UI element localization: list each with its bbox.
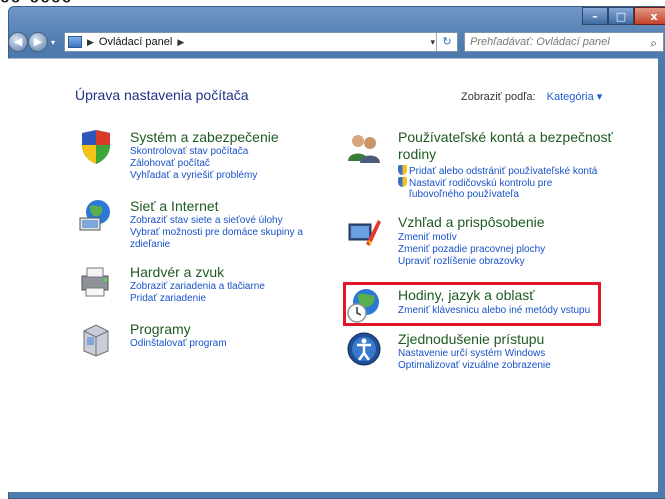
category-link[interactable]: Zmeniť motív bbox=[398, 232, 457, 244]
control-panel-content: Úprava nastavenia počítača Zobraziť podľ… bbox=[8, 58, 658, 492]
category-title[interactable]: Systém a zabezpečenie bbox=[130, 129, 279, 146]
refresh-icon[interactable]: ↻ bbox=[436, 33, 457, 51]
view-by-control: Zobraziť podľa: Kategória ▾ bbox=[461, 90, 602, 103]
minimize-button[interactable]: – bbox=[582, 7, 608, 25]
category-link[interactable]: Optimalizovať vizuálne zobrazenie bbox=[398, 360, 551, 372]
users-icon bbox=[348, 135, 380, 163]
globe-network-icon bbox=[79, 200, 110, 231]
category-link[interactable]: ľubovoľného používateľa bbox=[409, 189, 519, 201]
breadcrumb-chevron-icon[interactable]: ▶ bbox=[177, 37, 184, 48]
maximize-button[interactable]: □ bbox=[608, 7, 634, 25]
address-dropdown-icon[interactable]: ▾ bbox=[430, 37, 435, 48]
category-link[interactable]: Zobraziť zariadenia a tlačiarne bbox=[130, 281, 265, 293]
recent-pages-dropdown-icon[interactable]: ▾ bbox=[51, 38, 55, 47]
ease-of-access-icon bbox=[347, 332, 381, 366]
appearance-paint-icon bbox=[348, 220, 381, 246]
category-link[interactable]: Zobraziť stav siete a sieťové úlohy bbox=[130, 215, 283, 227]
category-link[interactable]: Zmeniť pozadie pracovnej plochy bbox=[398, 244, 545, 256]
category-title[interactable]: Programy bbox=[130, 321, 191, 338]
window-caption-buttons: – □ x bbox=[582, 7, 665, 25]
breadcrumb-control-panel[interactable]: Ovládací panel bbox=[99, 36, 172, 48]
back-button[interactable]: ◀ bbox=[8, 32, 28, 52]
close-button[interactable]: x bbox=[634, 7, 665, 25]
navigation-bar: ◀ ▶ ▾ ▶ Ovládací panel ▶ ▾ ↻ Prehľadávať… bbox=[8, 30, 664, 54]
search-placeholder: Prehľadávať: Ovládací panel bbox=[470, 36, 610, 48]
category-title[interactable]: Vzhľad a prispôsobenie bbox=[398, 214, 545, 231]
printer-icon bbox=[81, 267, 109, 297]
category-title-continued[interactable]: rodiny bbox=[398, 146, 436, 163]
category-link[interactable]: zdieľanie bbox=[130, 239, 170, 251]
page-title: Úprava nastavenia počítača bbox=[75, 87, 249, 103]
highlight-box bbox=[343, 282, 601, 326]
search-icon[interactable]: ⌕ bbox=[650, 34, 657, 52]
breadcrumb-separator-icon[interactable]: ▶ bbox=[87, 37, 94, 48]
view-by-dropdown[interactable]: Kategória ▾ bbox=[547, 91, 603, 103]
forward-button[interactable]: ▶ bbox=[28, 32, 48, 52]
category-title[interactable]: Sieť a Internet bbox=[130, 198, 219, 215]
search-input[interactable]: Prehľadávať: Ovládací panel ⌕ bbox=[464, 32, 664, 52]
uac-shield-icon bbox=[398, 177, 407, 187]
category-link[interactable]: Skontrolovať stav počítača bbox=[130, 146, 248, 158]
back-arrow-icon: ◀ bbox=[13, 36, 23, 48]
category-title[interactable]: Používateľské kontá a bezpečnosť bbox=[398, 129, 613, 146]
category-link[interactable]: Vyhľadať a vyriešiť problémy bbox=[130, 170, 257, 182]
control-panel-icon bbox=[68, 36, 82, 48]
category-link[interactable]: Zálohovať počítač bbox=[130, 158, 210, 170]
programs-box-icon bbox=[83, 324, 109, 357]
address-bar[interactable]: ▶ Ovládací panel ▶ ▾ ↻ bbox=[64, 32, 458, 52]
category-link[interactable]: Upraviť rozlíšenie obrazovky bbox=[398, 256, 525, 268]
category-title[interactable]: Zjednodušenie prístupu bbox=[398, 331, 544, 348]
forward-arrow-icon: ▶ bbox=[33, 36, 43, 48]
category-link[interactable]: Pridať zariadenie bbox=[130, 293, 206, 305]
uac-shield-icon bbox=[398, 165, 407, 175]
category-link[interactable]: Nastavenie určí systém Windows bbox=[398, 348, 545, 360]
category-link[interactable]: Vybrať možnosti pre domáce skupiny a bbox=[130, 227, 303, 239]
security-shield-icon bbox=[82, 130, 110, 164]
category-link[interactable]: Odinštalovať program bbox=[130, 338, 227, 350]
category-title[interactable]: Hardvér a zvuk bbox=[130, 264, 224, 281]
view-by-label: Zobraziť podľa: bbox=[461, 91, 536, 103]
